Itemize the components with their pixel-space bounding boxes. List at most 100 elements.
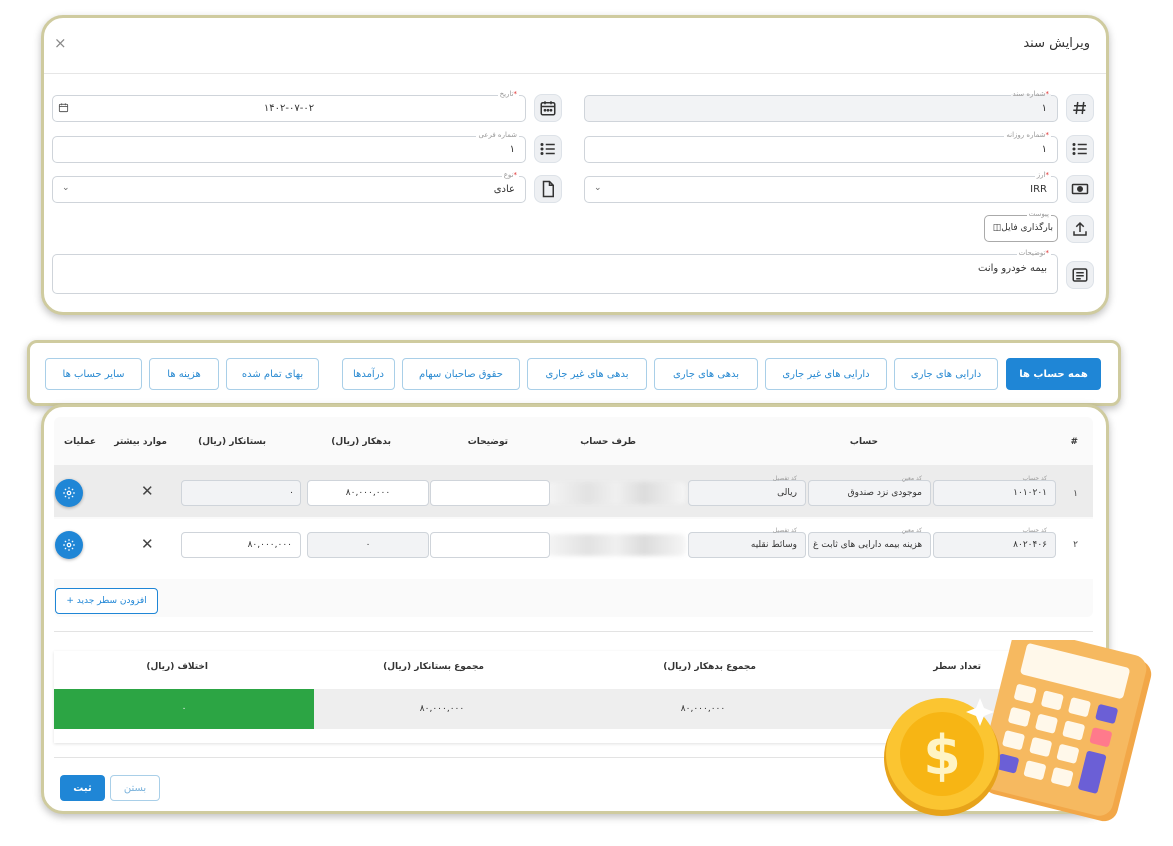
tab-non-current-liabilities[interactable]: بدهی های غیر جاری — [527, 358, 647, 390]
attachment-label: پیوست — [1026, 209, 1051, 219]
tab-equity[interactable]: حقوق صاحبان سهام — [402, 358, 520, 390]
upload-icon — [1066, 215, 1094, 243]
tafsil-code-label: کد تفصیل — [772, 475, 797, 482]
list-icon — [534, 135, 562, 163]
description-value: بیمه خودرو وانت — [978, 263, 1047, 274]
credit-input[interactable]: ۰ — [181, 480, 301, 506]
date-value: ۱۴۰۲-۰۷-۰۲ — [263, 103, 315, 114]
debit-value: ۰ — [365, 540, 371, 550]
counterparty-blurred[interactable] — [546, 482, 686, 504]
chevron-down-icon[interactable]: ⌄ — [594, 183, 602, 193]
col-header-account: حساب — [849, 437, 878, 447]
close-icon[interactable]: ✕ — [141, 482, 154, 500]
tafsil-value: ریالی — [777, 488, 797, 498]
col-header-debit: بدهکار (ریال) — [331, 437, 391, 447]
difference-label: اختلاف (ریال) — [146, 662, 208, 672]
lines-table — [54, 417, 1093, 617]
document-icon — [534, 175, 562, 203]
divider — [54, 631, 1093, 632]
daily-number-label: شماره روزانه — [1006, 131, 1046, 139]
chevron-down-icon[interactable]: ⌄ — [62, 183, 70, 193]
money-icon — [1066, 175, 1094, 203]
list-icon — [1066, 135, 1094, 163]
col-header-more: موارد بیشتر — [114, 437, 167, 447]
tab-all-accounts[interactable]: همه حساب ها — [1006, 358, 1101, 390]
debit-value: ۸۰,۰۰۰,۰۰۰ — [345, 488, 391, 498]
col-header-description: توضیحات — [467, 437, 508, 447]
tab-expenses[interactable]: هزینه ها — [149, 358, 219, 390]
credit-total-label: مجموع بستانکار (ریال) — [383, 662, 484, 672]
debit-input[interactable]: ۰ — [307, 532, 429, 558]
tab-non-current-assets[interactable]: دارایی های غیر جاری — [765, 358, 887, 390]
account-code-value: ۱۰۱۰۲۰۱ — [1013, 488, 1047, 498]
tafsil-code-label: کد تفصیل — [772, 527, 797, 534]
moein-value: هزینه بیمه دارایی های ثابت غ — [813, 540, 922, 550]
description-label: توضیحات — [1018, 249, 1046, 257]
upload-file-label: بارگذاری فایل — [1001, 223, 1053, 233]
account-code-label: کد حساب — [1022, 527, 1047, 534]
moein-value: موجودی نزد صندوق — [847, 488, 922, 498]
daily-number-value: ۱ — [1041, 144, 1047, 155]
col-header-counterparty: طرف حساب — [580, 437, 636, 447]
date-field[interactable]: تاریخ* ۱۴۰۲-۰۷-۰۲ — [52, 89, 526, 122]
counterparty-blurred[interactable] — [546, 534, 686, 556]
svg-text:$: $ — [923, 724, 961, 787]
description-cell[interactable] — [430, 532, 550, 558]
edit-document-dialog: ویرایش سند × شماره سند* ۱ تاریخ* ۱۴۰۲-۰۷… — [41, 15, 1109, 315]
type-select[interactable]: نوع* عادی ⌄ — [52, 170, 526, 203]
tafsil-field[interactable]: کد تفصیل وسائط نقلیه — [688, 527, 806, 558]
close-button[interactable]: بستن — [110, 775, 160, 801]
currency-label: ارز — [1036, 171, 1046, 179]
tab-revenues[interactable]: درآمدها — [342, 358, 395, 390]
save-button[interactable]: ثبت — [60, 775, 105, 801]
credit-total-value: ۸۰,۰۰۰,۰۰۰ — [311, 689, 573, 729]
moein-field[interactable]: کد معین موجودی نزد صندوق — [808, 475, 931, 506]
tab-cost-of-goods[interactable]: بهای تمام شده — [226, 358, 319, 390]
difference-value: ۰ — [54, 689, 314, 729]
date-label: تاریخ — [499, 90, 514, 98]
description-textarea[interactable]: توضیحات* بیمه خودرو وانت — [52, 248, 1058, 294]
notes-icon — [1066, 261, 1094, 289]
tab-current-assets[interactable]: دارایی های جاری — [894, 358, 998, 390]
col-header-credit: بستانکار (ریال) — [198, 437, 266, 447]
sub-number-value: ۱ — [509, 144, 515, 155]
credit-input[interactable]: ۸۰,۰۰۰,۰۰۰ — [181, 532, 301, 558]
close-icon[interactable]: × — [54, 34, 67, 52]
moein-code-label: کد معین — [901, 475, 922, 482]
header-divider — [44, 73, 1106, 74]
row-number: ۲ — [1073, 540, 1078, 550]
row-number: ۱ — [1073, 489, 1078, 499]
close-icon[interactable]: ✕ — [141, 535, 154, 553]
upload-file-button[interactable]: پیوست ◫بارگذاری فایل — [984, 209, 1058, 242]
gear-icon[interactable] — [55, 479, 83, 507]
calculator-coin-illustration: $ — [884, 640, 1152, 822]
hash-icon — [1066, 94, 1094, 122]
paperclip-icon: ◫ — [992, 223, 1002, 233]
account-code-field[interactable]: کد حساب ۸۰۲۰۴۰۶ — [933, 527, 1056, 558]
account-code-value: ۸۰۲۰۴۰۶ — [1013, 540, 1047, 550]
doc-number-label: شماره سند — [1012, 90, 1046, 98]
tab-current-liabilities[interactable]: بدهی های جاری — [654, 358, 758, 390]
daily-number-field[interactable]: شماره روزانه* ۱ — [584, 130, 1058, 163]
account-code-label: کد حساب — [1022, 475, 1047, 482]
tafsil-field[interactable]: کد تفصیل ریالی — [688, 475, 806, 506]
sub-number-field[interactable]: شماره فرعی ۱ — [52, 130, 526, 163]
date-picker-icon[interactable] — [58, 102, 69, 113]
add-row-button[interactable]: + افزودن سطر جدید — [55, 588, 158, 614]
calendar-icon[interactable] — [534, 94, 562, 122]
col-header-num: # — [1070, 437, 1078, 447]
moein-field[interactable]: کد معین هزینه بیمه دارایی های ثابت غ — [808, 527, 931, 558]
gear-icon[interactable] — [55, 531, 83, 559]
description-cell[interactable] — [430, 480, 550, 506]
type-label: نوع — [503, 171, 514, 179]
debit-input[interactable]: ۸۰,۰۰۰,۰۰۰ — [307, 480, 429, 506]
currency-select[interactable]: ارز* IRR ⌄ — [584, 170, 1058, 203]
credit-value: ۸۰,۰۰۰,۰۰۰ — [247, 540, 292, 550]
account-code-field[interactable]: کد حساب ۱۰۱۰۲۰۱ — [933, 475, 1056, 506]
tab-other-accounts[interactable]: سایر حساب ها — [45, 358, 142, 390]
currency-value: IRR — [1030, 184, 1047, 195]
col-header-ops: عملیات — [64, 437, 96, 447]
tafsil-value: وسائط نقلیه — [750, 540, 797, 550]
sub-number-label: شماره فرعی — [476, 130, 519, 140]
debit-total-label: مجموع بدهکار (ریال) — [663, 662, 756, 672]
